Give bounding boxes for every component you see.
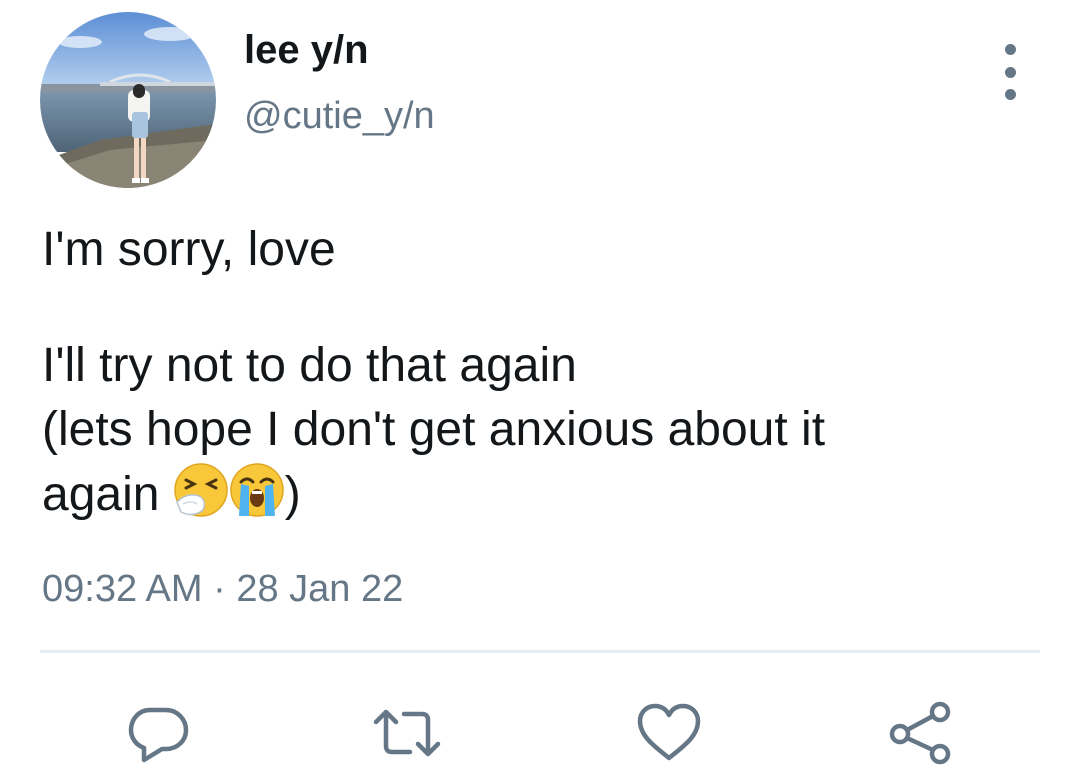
tweet-line-text: ) — [284, 468, 301, 521]
meta-separator: · — [202, 568, 237, 610]
avatar-photo — [40, 12, 216, 188]
more-dot — [1004, 44, 1016, 55]
tweet-line: (lets hope I don't get anxious about it — [42, 403, 826, 456]
tweet-line: I'm sorry, love — [42, 223, 336, 276]
tweet-text: I'm sorry, love I'll try not to do that … — [42, 218, 1042, 527]
tweet-time: 09:32 AM — [42, 568, 203, 610]
user-handle[interactable]: @cutie_y/n — [244, 93, 435, 139]
reply-icon — [128, 707, 189, 763]
tweet-line: again ) — [42, 462, 1042, 527]
tweet-line: I'll try not to do that again — [42, 339, 577, 392]
more-dot — [1004, 89, 1016, 100]
tweet-line-text: again — [42, 468, 173, 521]
more-dot — [1004, 66, 1016, 78]
share-icon — [889, 701, 951, 765]
sneezing-face-emoji — [174, 463, 228, 517]
tweet-timestamp[interactable]: 09:32 AM · 28 Jan 22 — [42, 566, 403, 612]
more-vertical-icon[interactable] — [990, 44, 1030, 100]
avatar[interactable] — [40, 12, 216, 188]
loudly-crying-face-emoji — [230, 463, 284, 517]
retweet-icon — [373, 709, 441, 757]
heart-icon — [637, 703, 701, 761]
reply-button[interactable] — [124, 698, 194, 768]
tweet-card: lee y/n @cutie_y/n I'm sorry, love I'll … — [0, 0, 1080, 775]
divider — [40, 650, 1040, 653]
like-button[interactable] — [634, 698, 704, 768]
share-button[interactable] — [886, 698, 956, 768]
display-name[interactable]: lee y/n — [244, 26, 369, 74]
tweet-date: 28 Jan 22 — [236, 568, 404, 610]
retweet-button[interactable] — [372, 698, 442, 768]
